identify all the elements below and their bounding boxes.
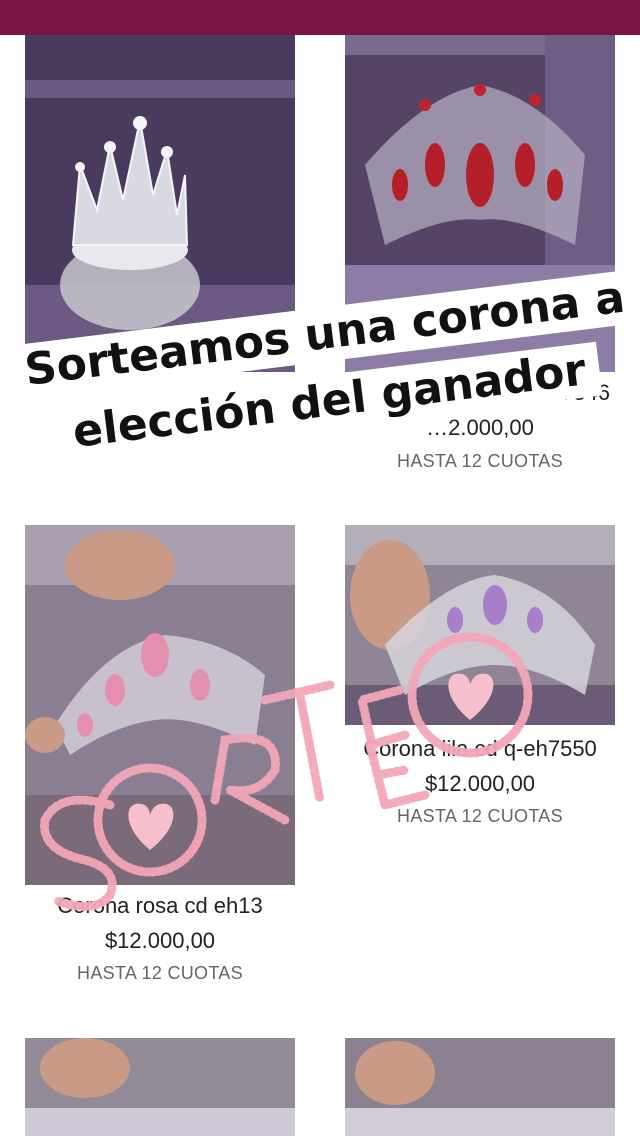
product-name[interactable]: Corona rosa cd eh13: [10, 893, 310, 919]
product-image-pink-crown[interactable]: [25, 525, 295, 885]
product-image-silver-crown[interactable]: [25, 35, 295, 372]
product-image-lilac-crown[interactable]: [345, 525, 615, 725]
product-price: …2.000,00: [426, 415, 534, 440]
product-installments: HASTA 12 CUOTAS: [77, 963, 243, 983]
product-image[interactable]: [25, 1038, 295, 1136]
product-installments: HASTA 12 CUOTAS: [397, 451, 563, 471]
product-image-red-crown[interactable]: [345, 35, 615, 372]
product-name[interactable]: 7546: [430, 380, 610, 406]
product-installments: HASTA 12 CUOTAS: [397, 806, 563, 826]
product-image[interactable]: [345, 1038, 615, 1136]
product-price: $12.000,00: [104, 928, 216, 953]
product-name[interactable]: Corona lila cd q-eh7550: [330, 736, 630, 762]
product-price: $12.000,00: [424, 771, 536, 796]
top-bar: [0, 0, 640, 35]
